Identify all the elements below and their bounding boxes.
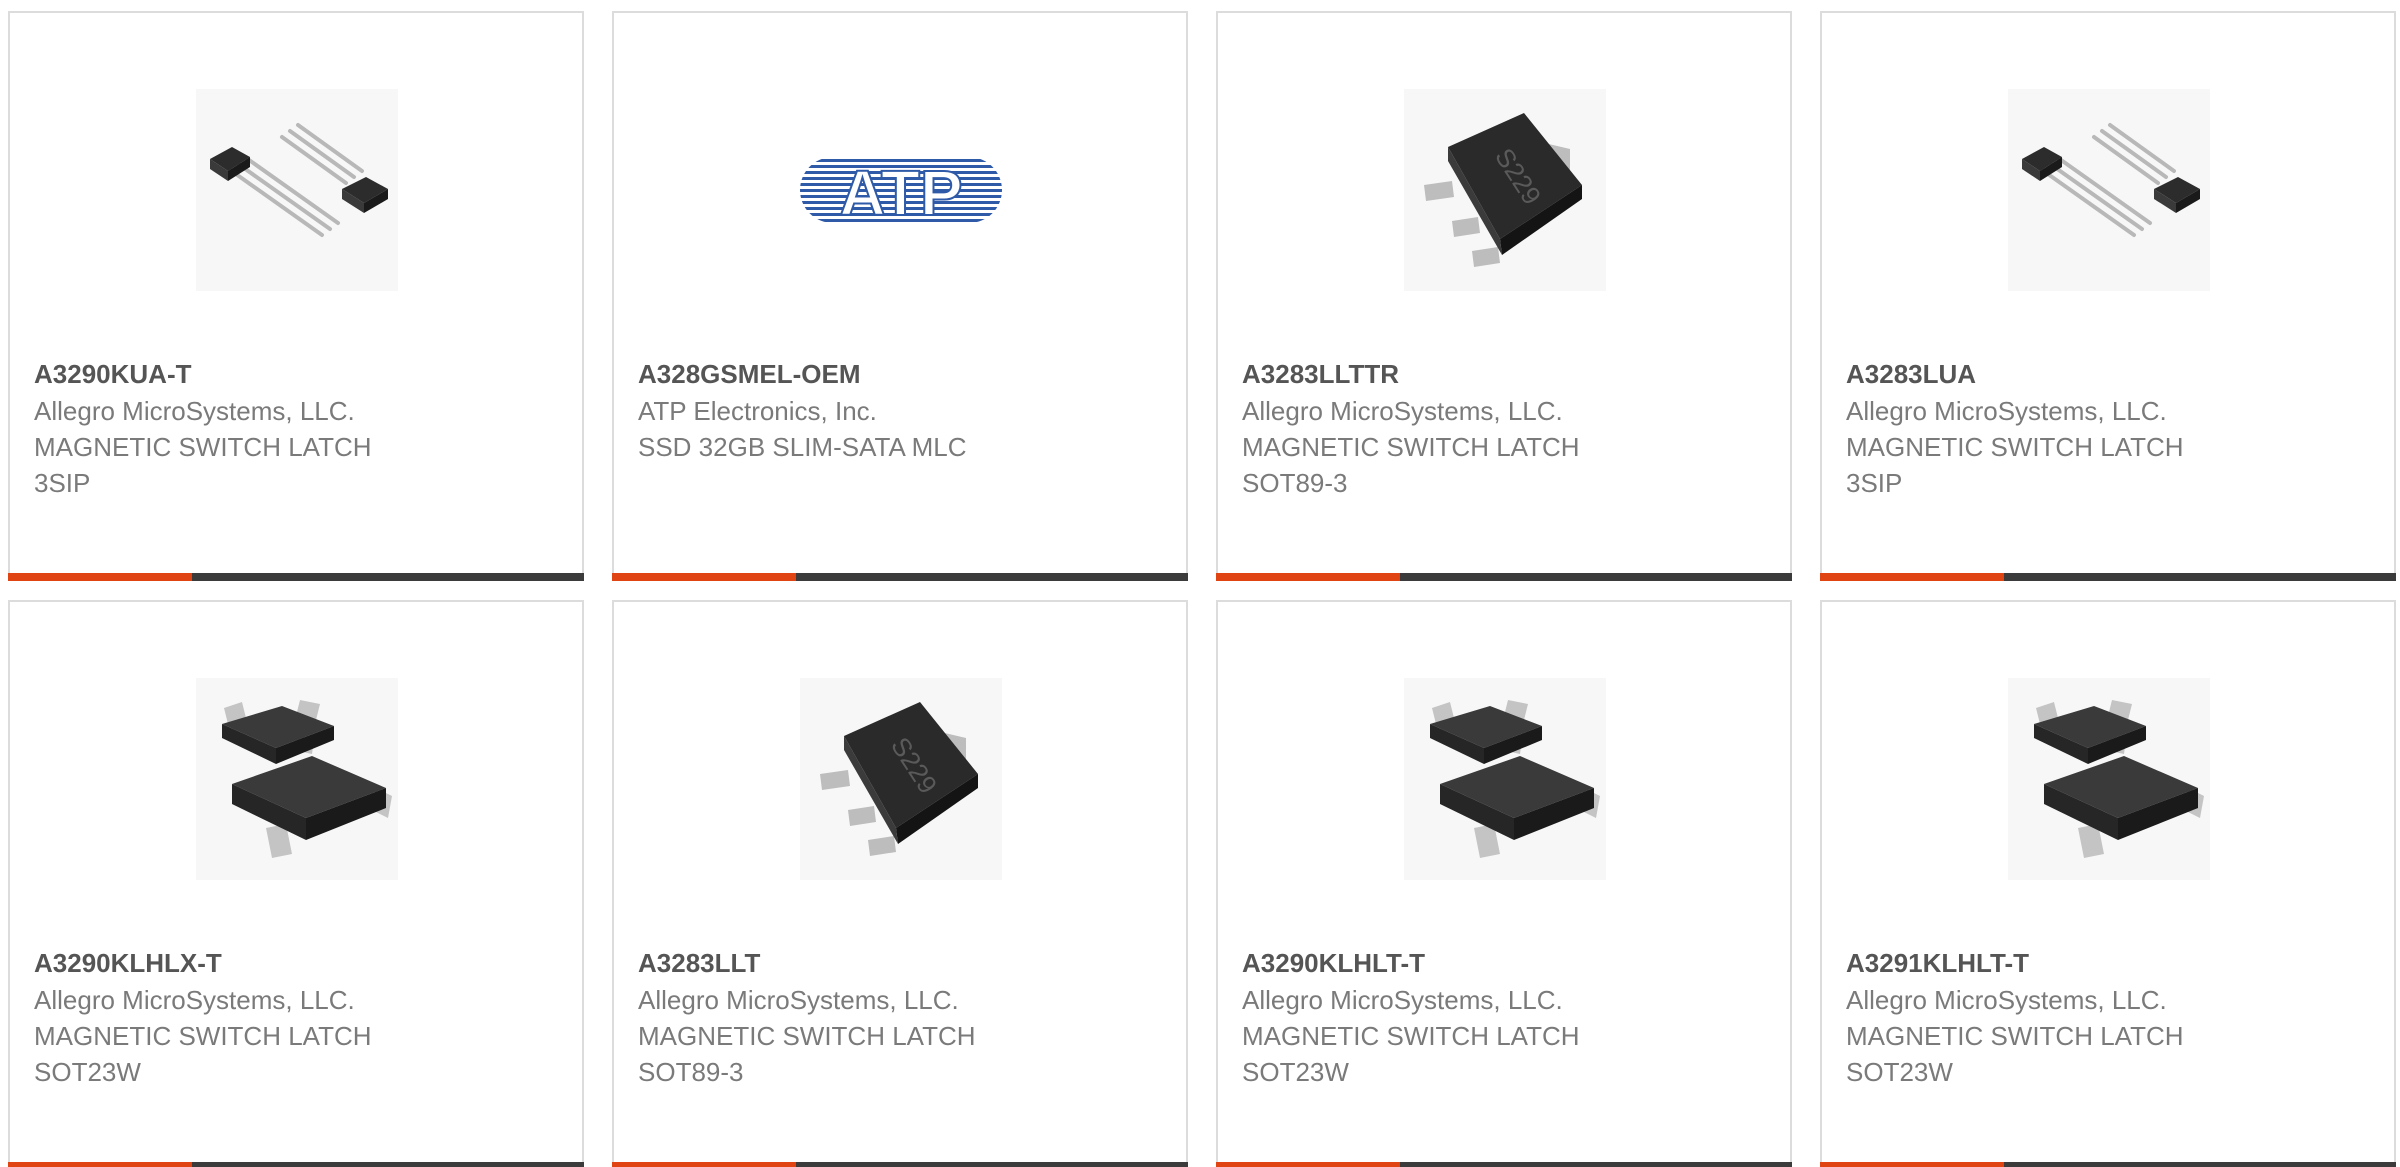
- product-image[interactable]: [2008, 678, 2210, 880]
- manufacturer: Allegro MicroSystems, LLC.: [1242, 985, 1563, 1015]
- card-accent: [1216, 573, 1400, 581]
- sot23-icon: [222, 700, 392, 858]
- sot89-icon: S229: [1424, 113, 1582, 267]
- card-accent: [1216, 1162, 1400, 1167]
- part-number[interactable]: A3291KLHLT-T: [1846, 944, 2374, 982]
- package: SOT89-3: [1242, 468, 1348, 498]
- description: MAGNETIC SWITCH LATCH: [1846, 432, 2184, 462]
- card-accent: [1820, 1162, 2004, 1167]
- card-bottom-bar: [1216, 573, 1792, 581]
- manufacturer: Allegro MicroSystems, LLC.: [34, 985, 355, 1015]
- part-number[interactable]: A3283LLTTR: [1242, 355, 1770, 393]
- part-number[interactable]: A3283LLT: [638, 944, 1166, 982]
- description: MAGNETIC SWITCH LATCH: [1846, 1021, 2184, 1051]
- package: SOT23W: [1242, 1057, 1349, 1087]
- card-accent: [612, 573, 796, 581]
- product-card[interactable]: S229 A3283LLT Allegro MicroSystems, LLC.…: [612, 600, 1188, 1167]
- sot89-icon: S229: [820, 702, 978, 856]
- package: SOT89-3: [638, 1057, 744, 1087]
- package: SOT23W: [1846, 1057, 1953, 1087]
- description: SSD 32GB SLIM-SATA MLC: [638, 432, 967, 462]
- sot23-icon: [2034, 700, 2204, 858]
- product-image[interactable]: ATP: [800, 89, 1002, 291]
- card-bottom-bar: [1820, 1162, 2396, 1167]
- manufacturer: Allegro MicroSystems, LLC.: [638, 985, 959, 1015]
- manufacturer: Allegro MicroSystems, LLC.: [1242, 396, 1563, 426]
- manufacturer: Allegro MicroSystems, LLC.: [1846, 985, 2167, 1015]
- card-bottom-bar: [1216, 1162, 1792, 1167]
- sot23-icon: [1430, 700, 1600, 858]
- product-card[interactable]: A3290KLHLX-T Allegro MicroSystems, LLC. …: [8, 600, 584, 1167]
- sip3-icon: [2022, 123, 2200, 237]
- description: MAGNETIC SWITCH LATCH: [638, 1021, 976, 1051]
- svg-text:ATP: ATP: [839, 157, 962, 229]
- card-bottom-bar: [8, 1162, 584, 1167]
- card-bottom-bar: [612, 573, 1188, 581]
- card-bottom-bar: [612, 1162, 1188, 1167]
- description: MAGNETIC SWITCH LATCH: [34, 432, 372, 462]
- product-card[interactable]: A3291KLHLT-T Allegro MicroSystems, LLC. …: [1820, 600, 2396, 1167]
- card-accent: [8, 1162, 192, 1167]
- product-image[interactable]: [2008, 89, 2210, 291]
- product-card[interactable]: A3290KUA-T Allegro MicroSystems, LLC. MA…: [8, 11, 584, 581]
- package: 3SIP: [1846, 468, 1903, 498]
- package: SOT23W: [34, 1057, 141, 1087]
- product-image[interactable]: [196, 89, 398, 291]
- description: MAGNETIC SWITCH LATCH: [1242, 1021, 1580, 1051]
- package: 3SIP: [34, 468, 91, 498]
- part-number[interactable]: A3283LUA: [1846, 355, 2374, 393]
- product-card[interactable]: A3283LUA Allegro MicroSystems, LLC. MAGN…: [1820, 11, 2396, 581]
- product-card[interactable]: A3290KLHLT-T Allegro MicroSystems, LLC. …: [1216, 600, 1792, 1167]
- card-accent: [8, 573, 192, 581]
- manufacturer: Allegro MicroSystems, LLC.: [34, 396, 355, 426]
- part-number[interactable]: A3290KUA-T: [34, 355, 562, 393]
- part-number[interactable]: A3290KLHLT-T: [1242, 944, 1770, 982]
- manufacturer: Allegro MicroSystems, LLC.: [1846, 396, 2167, 426]
- card-accent: [612, 1162, 796, 1167]
- description: MAGNETIC SWITCH LATCH: [1242, 432, 1580, 462]
- manufacturer: ATP Electronics, Inc.: [638, 396, 877, 426]
- product-image[interactable]: [1404, 678, 1606, 880]
- part-number[interactable]: A3290KLHLX-T: [34, 944, 562, 982]
- product-image[interactable]: S229: [1404, 89, 1606, 291]
- part-number[interactable]: A328GSMEL-OEM: [638, 355, 1166, 393]
- card-bottom-bar: [1820, 573, 2396, 581]
- product-image[interactable]: [196, 678, 398, 880]
- sip3-icon: [210, 123, 388, 237]
- product-card[interactable]: S229 A3283LLTTR Allegro MicroSystems, LL…: [1216, 11, 1792, 581]
- product-grid: A3290KUA-T Allegro MicroSystems, LLC. MA…: [0, 0, 2400, 1167]
- product-card[interactable]: ATP A328GSMEL-OEM ATP Electronics, Inc. …: [612, 11, 1188, 581]
- description: MAGNETIC SWITCH LATCH: [34, 1021, 372, 1051]
- card-accent: [1820, 573, 2004, 581]
- product-image[interactable]: S229: [800, 678, 1002, 880]
- card-bottom-bar: [8, 573, 584, 581]
- atp-logo: ATP: [800, 156, 1002, 230]
